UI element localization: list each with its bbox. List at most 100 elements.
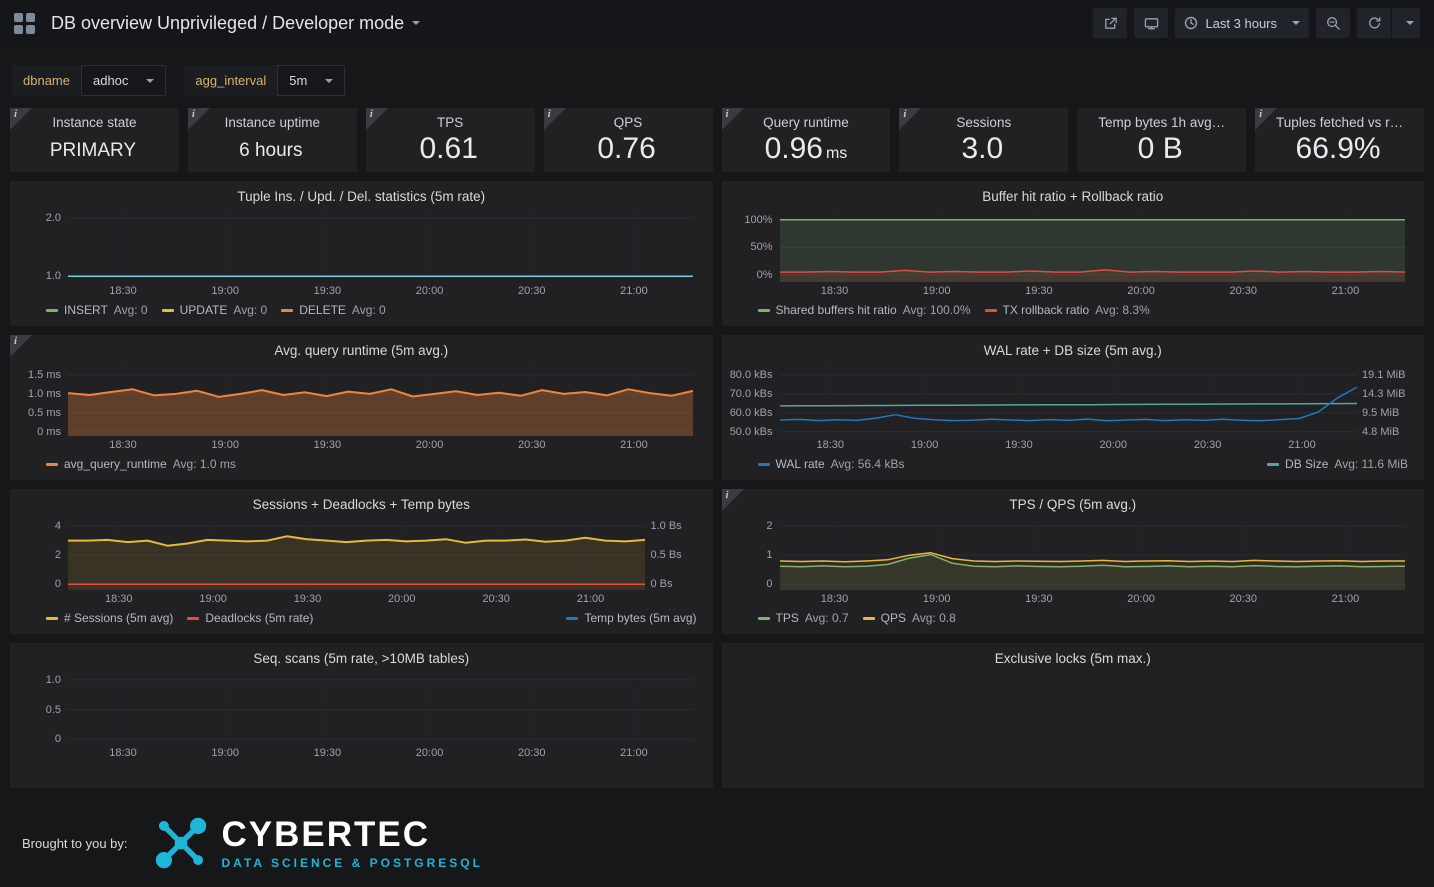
series-color-marker — [985, 309, 997, 312]
stat-number: 0.61 — [419, 132, 477, 165]
x-axis — [780, 744, 1405, 761]
panel-title[interactable]: Sessions + Deadlocks + Temp bytes — [16, 495, 707, 515]
panel-title[interactable]: Seq. scans (5m rate, >10MB tables) — [16, 649, 707, 669]
chevron-down-icon — [146, 79, 154, 87]
x-axis-label: 20:30 — [518, 439, 546, 451]
legend-item[interactable]: # Sessions (5m avg) — [46, 610, 173, 627]
legend-item[interactable]: QPSAvg: 0.8 — [863, 610, 956, 627]
info-icon[interactable] — [722, 108, 744, 130]
x-axis-label: 19:00 — [911, 439, 939, 451]
chart-legend: WAL rateAvg: 56.4 kBs DB SizeAvg: 11.6 Mi… — [728, 453, 1419, 473]
chart-plot-area[interactable] — [780, 673, 1405, 744]
legend-series-name: Shared buffers hit ratio — [776, 302, 897, 319]
x-axis-label: 18:30 — [109, 439, 137, 451]
legend-series-name: DB Size — [1285, 456, 1328, 473]
dashboard-title[interactable]: DB overview Unprivileged / Developer mod… — [51, 13, 404, 34]
stat-number: 0.76 — [597, 132, 655, 165]
legend-series-name: WAL rate — [776, 456, 825, 473]
y-axis-label: 19.1 MiB — [1362, 369, 1405, 381]
x-axis-label: 21:00 — [1332, 593, 1360, 605]
panel-title[interactable]: Buffer hit ratio + Rollback ratio — [728, 187, 1419, 207]
legend-item[interactable]: Shared buffers hit ratioAvg: 100.0% — [758, 302, 971, 319]
panel-title[interactable]: Temp bytes 1h avg… — [1077, 115, 1246, 130]
time-range-label: Last 3 hours — [1205, 16, 1277, 31]
chart-area: 100%50%0% 18:3019:0019:3020:0020:3021:00 — [728, 211, 1419, 299]
y-axis-label: 50% — [750, 241, 772, 253]
x-axis-label: 18:30 — [817, 439, 845, 451]
y-axis-label: 0 Bs — [651, 578, 673, 590]
chart-plot-area[interactable] — [68, 211, 693, 282]
legend-item[interactable]: Deadlocks (5m rate) — [187, 610, 313, 627]
stat-number: 0 B — [1138, 132, 1183, 165]
series-color-marker — [281, 309, 293, 312]
panel-title[interactable]: QPS — [544, 115, 713, 130]
refresh-button-group — [1357, 8, 1420, 38]
y-axis-left: 1.5 ms1.0 ms0.5 ms0 ms — [16, 365, 68, 436]
chart-plot-area[interactable] — [780, 519, 1405, 590]
panel-title[interactable]: Avg. query runtime (5m avg.) — [16, 341, 707, 361]
refresh-interval-dropdown[interactable] — [1392, 8, 1420, 38]
x-axis-label: 20:00 — [416, 285, 444, 297]
panel-title[interactable]: Instance uptime — [188, 115, 357, 130]
variable-dbname-select[interactable]: adhoc — [81, 65, 166, 96]
legend-item[interactable]: UPDATEAvg: 0 — [162, 302, 268, 319]
legend-item[interactable]: TPSAvg: 0.7 — [758, 610, 849, 627]
panel-title[interactable]: Sessions — [899, 115, 1068, 130]
x-axis: 18:3019:0019:3020:0020:3021:00 — [68, 436, 693, 453]
chart-plot-area[interactable] — [68, 519, 645, 590]
y-axis-label: 50.0 kBs — [730, 426, 773, 438]
info-icon[interactable] — [10, 335, 32, 357]
panel-title[interactable]: TPS / QPS (5m avg.) — [728, 495, 1419, 515]
zoom-out-button[interactable] — [1316, 8, 1350, 38]
panel-title[interactable]: TPS — [366, 115, 535, 130]
stat-number: 6 hours — [239, 140, 302, 161]
legend-item[interactable]: avg_query_runtimeAvg: 1.0 ms — [46, 456, 236, 473]
info-icon[interactable] — [1255, 108, 1277, 130]
y-axis-label: 9.5 MiB — [1362, 407, 1399, 419]
series-color-marker — [758, 463, 770, 466]
legend-item[interactable]: TX rollback ratioAvg: 8.3% — [985, 302, 1150, 319]
chevron-down-icon[interactable] — [412, 21, 420, 29]
share-button[interactable] — [1093, 8, 1127, 38]
legend-series-name: QPS — [881, 610, 906, 627]
grafana-menu-icon[interactable] — [14, 13, 35, 34]
legend-series-stat: Avg: 8.3% — [1095, 302, 1149, 319]
y-axis-right — [693, 365, 707, 436]
refresh-button[interactable] — [1357, 8, 1391, 38]
panel-title[interactable]: Tuples fetched vs r… — [1255, 115, 1424, 130]
info-icon[interactable] — [722, 489, 744, 511]
panel-title[interactable]: Exclusive locks (5m max.) — [728, 649, 1419, 669]
info-icon[interactable] — [899, 108, 921, 130]
time-picker-button[interactable]: Last 3 hours — [1175, 8, 1309, 38]
panel-avg-query-runtime: Avg. query runtime (5m avg.) 1.5 ms1.0 m… — [10, 335, 713, 480]
x-axis-label: 18:30 — [821, 593, 849, 605]
x-axis-label: 20:00 — [1127, 285, 1155, 297]
panel-title[interactable]: WAL rate + DB size (5m avg.) — [728, 341, 1419, 361]
legend-item[interactable]: DB SizeAvg: 11.6 MiB — [1267, 456, 1408, 473]
y-axis-left: 2.01.0 — [16, 211, 68, 282]
x-axis-label: 21:00 — [620, 285, 648, 297]
info-icon[interactable] — [188, 108, 210, 130]
panel-title[interactable]: Instance state — [10, 115, 179, 130]
legend-item[interactable]: INSERTAvg: 0 — [46, 302, 148, 319]
tv-mode-button[interactable] — [1134, 8, 1168, 38]
info-icon[interactable] — [544, 108, 566, 130]
chart-plot-area[interactable] — [780, 211, 1405, 282]
chart-plot-area[interactable] — [68, 673, 693, 744]
legend-item[interactable]: Temp bytes (5m avg) — [566, 610, 696, 627]
legend-item[interactable]: WAL rateAvg: 56.4 kBs — [758, 456, 905, 473]
legend-item[interactable]: DELETEAvg: 0 — [281, 302, 386, 319]
info-icon[interactable] — [366, 108, 388, 130]
info-icon[interactable] — [10, 108, 32, 130]
x-axis-label: 20:00 — [416, 439, 444, 451]
chart-plot-area[interactable] — [68, 365, 693, 436]
panel-title[interactable]: Tuple Ins. / Upd. / Del. statistics (5m … — [16, 187, 707, 207]
variable-agg-interval-select[interactable]: 5m — [277, 65, 345, 96]
chart-plot-area[interactable] — [780, 365, 1357, 436]
panel-title[interactable]: Query runtime — [722, 115, 891, 130]
legend-series-stat: Avg: 0.7 — [805, 610, 849, 627]
stat-unit: ms — [826, 145, 847, 162]
series-color-marker — [46, 617, 58, 620]
series-color-marker — [863, 617, 875, 620]
x-axis-label: 19:30 — [1025, 593, 1053, 605]
